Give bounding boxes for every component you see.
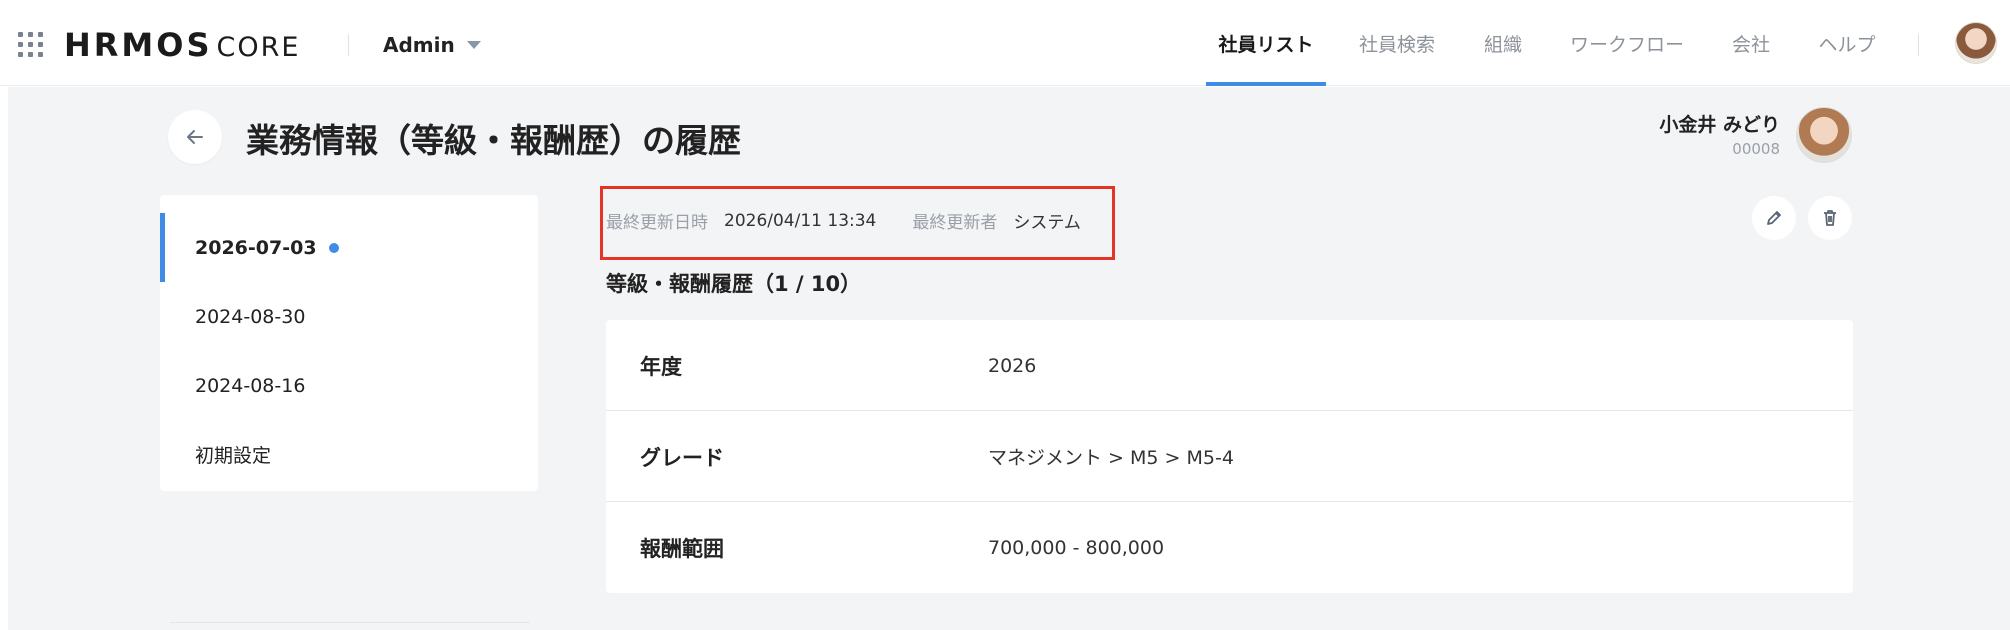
history-list: 2026-07-03 2024-08-30 2024-08-16 初期設定: [160, 195, 538, 491]
account-avatar[interactable]: [1955, 22, 1997, 64]
app-logo[interactable]: HRMOS CORE: [64, 26, 301, 64]
table-row: 報酬範囲 700,000 - 800,000: [606, 502, 1853, 593]
history-item-label: 初期設定: [195, 445, 272, 467]
header-divider-right: [1918, 34, 1919, 56]
nav-organization[interactable]: 組織: [1478, 0, 1528, 86]
table-row: グレード マネジメント > M5 > M5-4: [606, 411, 1853, 502]
row-key: 報酬範囲: [640, 536, 724, 561]
user-name: 小金井 みどり: [1659, 114, 1780, 136]
history-item[interactable]: 2024-08-16: [160, 351, 538, 420]
role-label: Admin: [383, 33, 455, 57]
history-item-label: 2024-08-16: [195, 374, 306, 397]
arrow-left-icon: [187, 130, 203, 144]
user-avatar: [1796, 107, 1852, 163]
row-value: 2026: [988, 354, 1037, 377]
nav-company[interactable]: 会社: [1726, 0, 1776, 86]
dot-icon: [328, 242, 339, 253]
pencil-icon: [1767, 211, 1781, 225]
table-row: 年度 2026: [606, 320, 1853, 411]
nav-employee-list[interactable]: 社員リスト: [1206, 0, 1326, 86]
role-switcher[interactable]: Admin: [383, 30, 481, 60]
edit-button[interactable]: [1752, 196, 1796, 240]
row-key: グレード: [640, 445, 724, 470]
back-button[interactable]: [168, 110, 222, 164]
history-item-label: 2026-07-03: [195, 236, 317, 259]
logo-main-text: HRMOS: [64, 26, 213, 64]
logo-sub-text: CORE: [216, 32, 301, 63]
row-value: 700,000 - 800,000: [988, 536, 1165, 559]
history-item[interactable]: 2024-08-30: [160, 282, 538, 351]
nav-employee-search[interactable]: 社員検索: [1352, 0, 1442, 86]
trash-icon: [1824, 210, 1836, 226]
nav-workflow[interactable]: ワークフロー: [1564, 0, 1690, 86]
page-title: 業務情報（等級・報酬歴）の履歴: [246, 121, 741, 160]
header-divider: [348, 34, 349, 56]
history-item[interactable]: 初期設定: [160, 420, 538, 489]
row-value: マネジメント > M5 > M5-4: [988, 447, 1234, 469]
nav-help[interactable]: ヘルプ: [1812, 0, 1882, 86]
top-header: HRMOS CORE Admin 社員リスト 社員検索 組織 ワークフロー 会社…: [0, 0, 2010, 86]
delete-button[interactable]: [1808, 196, 1852, 240]
user-id: 00008: [1732, 140, 1780, 158]
history-item-label: 2024-08-30: [195, 305, 306, 328]
caret-down-icon: [466, 41, 481, 49]
row-key: 年度: [640, 354, 682, 379]
apps-grid-icon[interactable]: [18, 32, 44, 58]
highlight-annotation: [600, 186, 1115, 260]
divider: [170, 622, 530, 623]
history-item[interactable]: 2026-07-03: [160, 213, 538, 282]
detail-table: 年度 2026 グレード マネジメント > M5 > M5-4 報酬範囲 700…: [606, 320, 1853, 593]
section-title: 等級・報酬履歴（1 / 10）: [606, 272, 862, 296]
